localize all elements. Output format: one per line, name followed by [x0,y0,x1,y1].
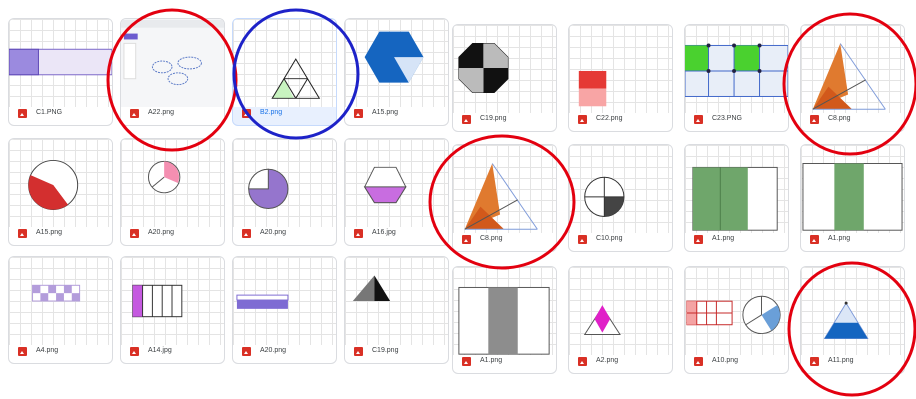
file-name: C10.png [596,235,623,242]
file-name: C22.png [596,115,623,122]
file-card-a11[interactable]: A11.png [800,266,905,374]
file-card-a1-mid-2[interactable]: A1.png [800,144,905,252]
thumbnail [453,267,556,355]
file-name: A15.png [36,229,63,236]
file-card-a2[interactable]: A2.png [568,266,673,374]
file-name: A20.png [260,347,287,354]
file-name: B2.png [260,109,283,116]
thumbnail [685,145,788,233]
file-card-c10[interactable]: C10.png [568,144,673,252]
image-file-icon [578,357,587,366]
file-card-a15-mid[interactable]: A15.png [8,138,113,246]
image-file-icon [18,347,27,356]
thumbnail [345,257,448,345]
file-card-a22[interactable]: A22.png [120,18,225,126]
image-file-icon [810,115,819,124]
thumbnail [233,19,336,107]
file-name: A22.png [148,109,175,116]
file-name: C8.png [828,115,851,122]
file-card-a20-mid-2[interactable]: A20.png [232,138,337,246]
file-card-b2[interactable]: B2.png [232,18,337,126]
thumbnail [801,267,904,355]
file-name: A20.png [260,229,287,236]
thumbnail [685,267,788,355]
thumbnail [233,257,336,345]
image-file-icon [578,115,587,124]
image-file-icon [242,109,251,118]
thumbnail [233,139,336,227]
image-file-icon [578,235,587,244]
file-card-c8-top[interactable]: C8.png [800,24,905,132]
file-card-c8-mid[interactable]: C8.png [452,144,557,252]
image-file-icon [694,115,703,124]
file-card-a1-bot[interactable]: A1.png [452,266,557,374]
file-name: C23.PNG [712,115,742,122]
thumbnail [685,25,788,113]
thumbnail [801,25,904,113]
file-card-a20-mid-1[interactable]: A20.png [120,138,225,246]
file-card-a20-bot[interactable]: A20.png [232,256,337,364]
image-file-icon [130,109,139,118]
thumbnail [345,139,448,227]
thumbnail [121,139,224,227]
file-name: A16.jpg [372,229,396,236]
image-file-icon [354,347,363,356]
image-file-icon [242,229,251,238]
file-name: A20.png [148,229,175,236]
image-file-icon [694,235,703,244]
file-card-c22[interactable]: C22.png [568,24,673,132]
image-file-icon [354,109,363,118]
file-name: A4.png [36,347,59,354]
file-name: C1.PNG [36,109,63,116]
file-card-a4[interactable]: A4.png [8,256,113,364]
file-card-c23[interactable]: C23.PNG [684,24,789,132]
image-file-icon [810,235,819,244]
file-name: C19.png [480,115,507,122]
image-file-icon [462,235,471,244]
image-file-icon [694,357,703,366]
image-file-icon [130,347,139,356]
file-card-a1-mid-1[interactable]: A1.png [684,144,789,252]
thumbnail [453,145,556,233]
image-file-icon [462,115,471,124]
file-card-c19-bot[interactable]: C19.png [344,256,449,364]
image-file-icon [462,357,471,366]
image-file-icon [354,229,363,238]
file-name: C8.png [480,235,503,242]
thumbnail [801,145,904,233]
image-file-icon [130,229,139,238]
image-file-icon [18,109,27,118]
file-name: A15.png [372,109,399,116]
image-file-icon [242,347,251,356]
image-file-icon [18,229,27,238]
file-name: A10.png [712,357,739,364]
thumbnail [345,19,448,107]
file-name: A1.png [480,357,503,364]
image-file-icon [810,357,819,366]
file-name: A2.png [596,357,619,364]
thumbnail [569,25,672,113]
file-card-a16[interactable]: A16.jpg [344,138,449,246]
file-card-c1[interactable]: C1.PNG [8,18,113,126]
thumbnail [9,257,112,345]
thumbnail [121,19,224,107]
file-name: A11.png [828,357,854,364]
thumbnail [9,139,112,227]
file-card-a10[interactable]: A10.png [684,266,789,374]
file-name: C19.png [372,347,399,354]
thumbnail [121,257,224,345]
file-card-a15-top[interactable]: A15.png [344,18,449,126]
file-name: A1.png [828,235,851,242]
file-card-a14[interactable]: A14.jpg [120,256,225,364]
file-name: A1.png [712,235,735,242]
thumbnail [569,267,672,355]
thumbnail [9,19,112,107]
thumbnail [569,145,672,233]
file-name: A14.jpg [148,347,172,354]
file-card-c19-top[interactable]: C19.png [452,24,557,132]
thumbnail [453,25,556,113]
